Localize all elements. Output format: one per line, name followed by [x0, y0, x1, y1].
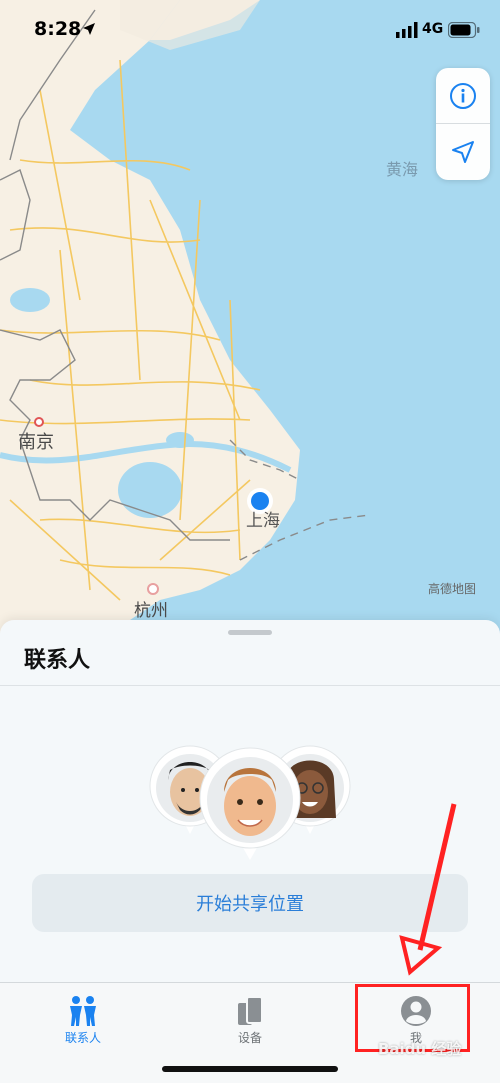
devices-icon — [238, 996, 263, 1025]
map-view[interactable] — [0, 0, 500, 660]
map-label-sea: 黄海 — [386, 160, 419, 179]
info-icon — [450, 82, 476, 109]
location-arrow-icon — [452, 140, 474, 163]
sheet-divider — [0, 685, 500, 686]
locate-button[interactable] — [436, 124, 490, 179]
map-controls — [436, 68, 490, 180]
tab-people-label: 联系人 — [64, 1031, 101, 1045]
tab-people[interactable]: 联系人 — [23, 989, 143, 1049]
map-label-shanghai: 上海 — [246, 511, 280, 531]
people-icon — [70, 996, 96, 1026]
location-arrow-icon — [83, 23, 95, 35]
status-bar: 8:28 4G — [0, 0, 500, 60]
annotation-arrow — [399, 803, 457, 976]
status-time: 8:28 — [34, 18, 82, 40]
battery-icon — [448, 22, 480, 38]
map-label-nanjing: 南京 — [18, 432, 54, 453]
signal-icon — [396, 22, 418, 38]
map-label-hangzhou: 杭州 — [134, 601, 168, 621]
tab-devices-label: 设备 — [237, 1031, 262, 1045]
info-button[interactable] — [436, 68, 490, 123]
watermark: Baidu 经验 — [378, 1040, 462, 1058]
sheet-title: 联系人 — [24, 648, 91, 673]
memoji-avatars — [149, 745, 351, 860]
home-indicator — [162, 1066, 338, 1072]
network-type: 4G — [422, 21, 444, 37]
map-provider-label: 高德地图 — [428, 582, 477, 596]
sheet-grabber[interactable] — [228, 630, 272, 635]
avatar-center — [199, 747, 301, 860]
tab-devices[interactable]: 设备 — [190, 989, 310, 1049]
